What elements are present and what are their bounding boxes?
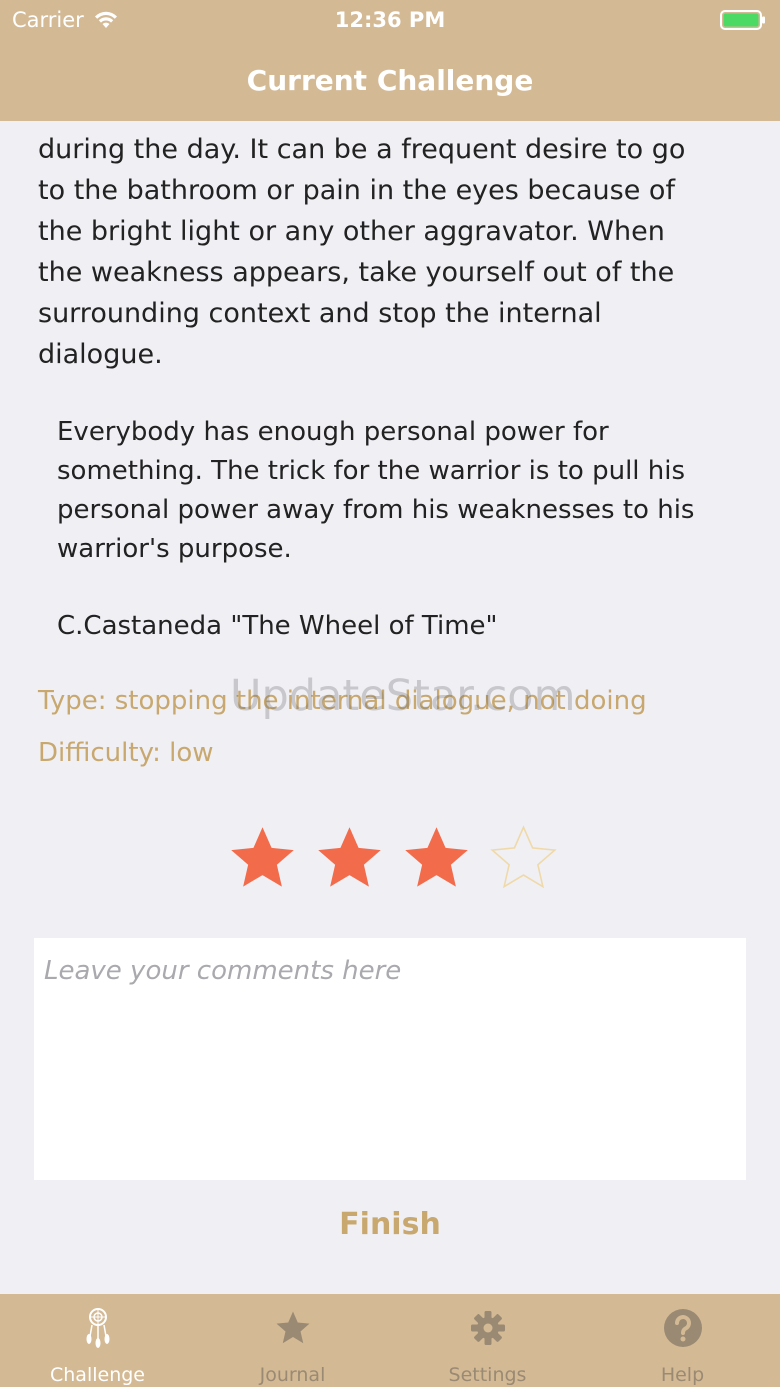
tab-challenge[interactable]: Challenge	[0, 1294, 195, 1387]
challenge-type: Type: stopping the internal dialogue, no…	[38, 686, 647, 716]
description-line: to the bathroom or pain in the eyes beca…	[38, 175, 675, 206]
tab-bar: Challenge Journal Settings Help	[0, 1294, 780, 1387]
page-title: Current Challenge	[246, 64, 534, 97]
challenge-description: during the day. It can be a frequent des…	[38, 129, 738, 375]
star-icon	[276, 1311, 309, 1344]
quote-line: something. The trick for the warrior is …	[57, 456, 686, 486]
description-line: during the day. It can be a frequent des…	[38, 134, 686, 165]
tab-label: Settings	[448, 1364, 527, 1386]
finish-button[interactable]: Finish	[0, 1206, 780, 1243]
battery-icon	[720, 10, 765, 30]
tab-settings[interactable]: Settings	[390, 1294, 585, 1387]
tab-label: Challenge	[50, 1364, 145, 1386]
tab-label: Journal	[259, 1364, 326, 1386]
comment-input[interactable]	[34, 938, 746, 1180]
quote-line: Everybody has enough personal power for	[57, 417, 609, 447]
quote-block: Everybody has enough personal power for …	[57, 413, 737, 569]
challenge-difficulty: Difficulty: low	[38, 738, 214, 768]
status-bar: Carrier 12:36 PM	[0, 0, 780, 40]
quote-line: warrior's purpose.	[57, 534, 292, 564]
rating-star-3[interactable]	[399, 821, 474, 896]
tab-label: Help	[660, 1364, 705, 1386]
status-time: 12:36 PM	[334, 8, 446, 32]
description-line: surrounding context and stop the interna…	[38, 298, 602, 329]
description-line: the weakness appears, take yourself out …	[38, 257, 675, 288]
nav-bar: Current Challenge	[0, 40, 780, 121]
tab-help[interactable]: Help	[585, 1294, 780, 1387]
gear-icon	[470, 1311, 505, 1345]
rating-star-1[interactable]	[225, 821, 300, 896]
rating-stars[interactable]	[225, 821, 561, 896]
dreamcatcher-icon	[86, 1308, 109, 1348]
quote-author: C.Castaneda "The Wheel of Time"	[57, 611, 498, 641]
rating-star-4[interactable]	[486, 821, 561, 896]
description-line: the bright light or any other aggravator…	[38, 216, 665, 247]
description-line: dialogue.	[38, 339, 163, 370]
tab-journal[interactable]: Journal	[195, 1294, 390, 1387]
rating-star-2[interactable]	[312, 821, 387, 896]
question-icon	[663, 1309, 702, 1347]
challenge-content[interactable]: during the day. It can be a frequent des…	[0, 121, 780, 1294]
quote-line: personal power away from his weaknesses …	[57, 495, 695, 525]
